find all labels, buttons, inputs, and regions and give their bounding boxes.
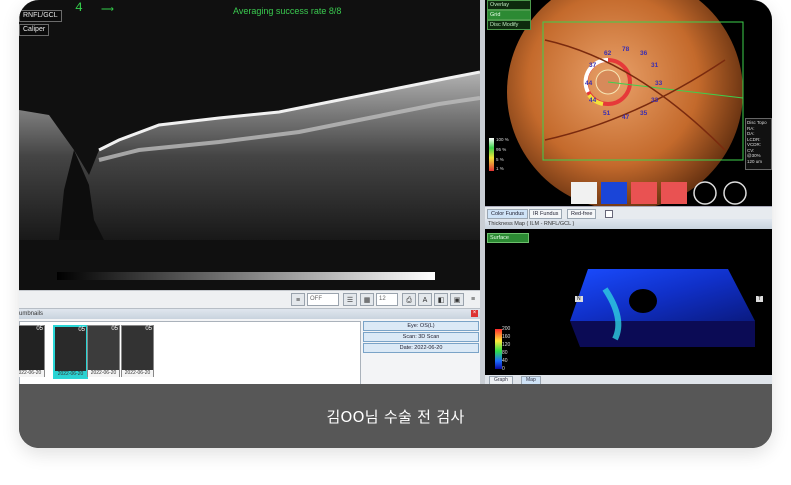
monitor-icon[interactable]: ▣ (450, 293, 464, 306)
ring-value: 44 (585, 80, 593, 87)
thickness-bottom-tabs: Graph Map (485, 375, 772, 385)
thumbnail-date: 2022-06-20 (55, 371, 86, 378)
thumbnail-item[interactable]: 05 2022-06-20 (121, 325, 154, 377)
ring-values-layer: 78 62 36 37 31 44 33 44 33 51 47 35 (485, 0, 772, 206)
zoom-select[interactable]: 12 (376, 293, 398, 306)
ring-value: 44 (589, 97, 597, 104)
layers-icon[interactable]: ≡ (291, 293, 305, 306)
thumbnail-item-selected[interactable]: 05 2022-06-20 (53, 325, 88, 379)
scale-label: 5 % (496, 157, 504, 162)
stack-icon[interactable]: ☰ (343, 293, 357, 306)
ring-value: 47 (622, 114, 630, 121)
caption-text: 김OO님 수술 전 검사 (326, 407, 465, 426)
oct-toolbar: ≡ OFF ☰ ▦ 12 ⎙ A ◧ ▣ ≡ (19, 290, 480, 309)
eye-info: Eye: OS(L) (363, 321, 479, 331)
ring-value: 62 (604, 50, 612, 57)
scale-label: 95 % (496, 147, 507, 152)
ring-value: 33 (651, 97, 659, 104)
caption-bar: 김OO님 수술 전 검사 (19, 384, 772, 448)
disc-info-line: Disc Topo (747, 120, 767, 125)
ring-value: 37 (589, 62, 597, 69)
temporal-label: T (756, 296, 764, 302)
thumbnails-panel: umbnails × 05 2022-06-20 05 2022-06-20 0… (19, 308, 480, 385)
thickness-map-panel: Surface N T 200 160 120 80 40 0 (485, 229, 772, 375)
arrow-right-icon: ⟶ (101, 4, 114, 14)
scale-label: 100 % (496, 137, 509, 142)
date-info: Date: 2022-06-20 (363, 343, 479, 353)
caliper-label[interactable]: Caliper (19, 24, 50, 36)
text-icon[interactable]: A (418, 293, 432, 306)
tab-ir-fundus[interactable]: IR Fundus (529, 209, 563, 219)
thickness-map-image (495, 269, 755, 369)
fundus-tabs: Color Fundus IR Fundus Red-free (485, 206, 772, 219)
red-free-checkbox[interactable] (605, 210, 613, 218)
thumbnails-list: 05 2022-06-20 05 2022-06-20 05 2022-06-2… (19, 321, 361, 385)
tab-color-fundus[interactable]: Color Fundus (487, 209, 529, 219)
thumbnails-header: umbnails (19, 309, 480, 319)
print-icon[interactable]: ⎙ (402, 293, 416, 306)
scan-info: Scan: 3D Scan (363, 332, 479, 342)
scale-value: 120 (502, 342, 511, 348)
thumbnail-number: 05 (111, 326, 118, 332)
scale-value: 200 (502, 326, 511, 332)
thumbnail-number: 05 (145, 326, 152, 332)
ring-value: 31 (651, 62, 659, 69)
ring-value: 33 (655, 80, 663, 87)
oct-bscan-image (19, 70, 480, 280)
oct-bscan-panel: RNFL/GCL Caliper 4 ⟶ Averaging success r… (19, 0, 480, 290)
fundus-panel: Overlay Grid Disc Modify 78 62 36 37 31 … (485, 0, 772, 206)
surface-button[interactable]: Surface (487, 233, 529, 243)
thumbnail-item[interactable]: 05 2022-06-20 (87, 325, 120, 377)
ring-value: 78 (622, 46, 630, 53)
palette-icon[interactable]: ◧ (434, 293, 448, 306)
scale-value: 40 (502, 358, 508, 364)
thumbnail-date: 2022-06-20 (19, 370, 44, 377)
nasal-label: N (575, 296, 583, 302)
ring-value: 36 (640, 50, 648, 57)
disc-topo-info: Disc Topo RA: DA: LCDR: VCDR: CV: @30% 1… (745, 118, 772, 170)
thumbnail-item[interactable]: 05 2022-06-20 (19, 325, 45, 377)
thumbnail-number: 05 (78, 327, 85, 333)
close-icon[interactable]: × (471, 310, 478, 317)
scale-value: 160 (502, 334, 511, 340)
slice-number: 4 (75, 0, 83, 15)
rnfl-gcl-label[interactable]: RNFL/GCL (19, 10, 62, 22)
averaging-rate-text: Averaging success rate 8/8 (233, 6, 342, 16)
scale-value: 0 (502, 366, 505, 372)
tab-red-free[interactable]: Red-free (567, 209, 597, 219)
oct-software-screen: RNFL/GCL Caliper 4 ⟶ Averaging success r… (19, 0, 772, 385)
off-select[interactable]: OFF (307, 293, 339, 306)
thumbnail-number: 05 (36, 326, 43, 332)
ring-value: 35 (640, 110, 648, 117)
scale-value: 80 (502, 350, 508, 356)
screenshot-card: RNFL/GCL Caliper 4 ⟶ Averaging success r… (19, 0, 772, 448)
ring-value: 51 (603, 110, 611, 117)
menu-icon[interactable]: ≡ (466, 293, 480, 306)
grid-icon[interactable]: ▦ (360, 293, 374, 306)
scale-label: 1 % (496, 166, 504, 171)
disc-info-line: 120 um (747, 158, 763, 164)
thumbnail-date: 2022-06-20 (122, 370, 153, 377)
thickness-map-header: Thickness Map ( ILM - RNFL/GCL ) (485, 219, 772, 229)
thumbnail-date: 2022-06-20 (88, 370, 119, 377)
